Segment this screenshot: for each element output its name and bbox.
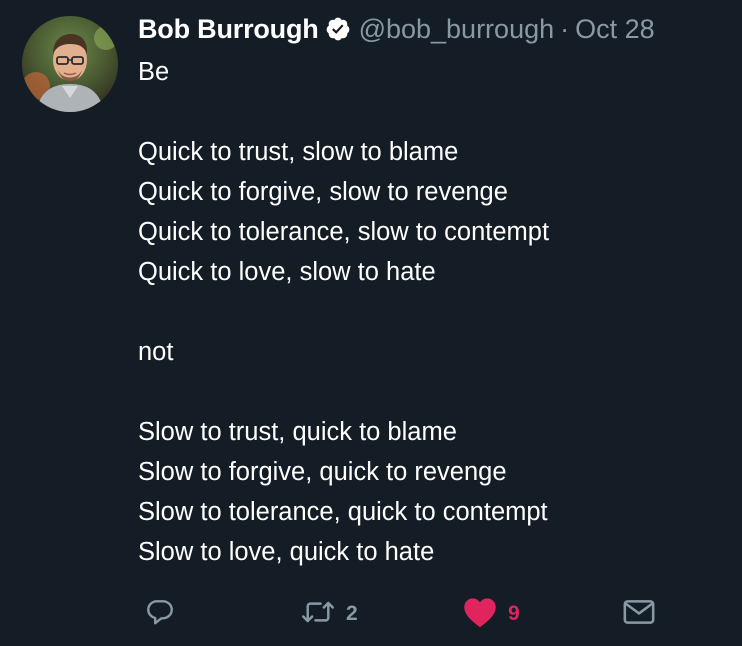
tweet-line: Quick to forgive, slow to revenge — [138, 178, 508, 206]
tweet-line: Quick to tolerance, slow to contempt — [138, 218, 550, 246]
tweet[interactable]: Bob Burrough @bob_burrough · Oct 28 Be Q… — [0, 0, 742, 646]
retweet-icon — [300, 596, 336, 633]
tweet-line: Slow to tolerance, quick to contempt — [138, 498, 548, 526]
retweet-count: 2 — [346, 602, 358, 625]
tweet-line: Slow to forgive, quick to revenge — [138, 458, 507, 486]
like-button[interactable]: 9 — [462, 592, 520, 636]
heart-icon — [462, 596, 498, 633]
reply-icon — [144, 596, 176, 633]
verified-badge-icon — [325, 16, 351, 42]
avatar-photo — [22, 16, 118, 112]
tweet-header: Bob Burrough @bob_burrough · Oct 28 — [138, 10, 728, 48]
tweet-line: Slow to trust, quick to blame — [138, 418, 457, 446]
like-count: 9 — [508, 602, 520, 625]
author-handle[interactable]: @bob_burrough — [359, 14, 555, 45]
tweet-line: Quick to trust, slow to blame — [138, 138, 459, 166]
tweet-line: Be — [138, 58, 170, 86]
avatar[interactable] — [22, 16, 118, 112]
direct-message-button[interactable] — [622, 592, 656, 636]
tweet-text: Be Quick to trust, slow to blame Quick t… — [138, 52, 728, 572]
tweet-line: Slow to love, quick to hate — [138, 538, 435, 566]
tweet-line: Quick to love, slow to hate — [138, 258, 436, 286]
retweet-button[interactable]: 2 — [300, 592, 358, 636]
tweet-content: Bob Burrough @bob_burrough · Oct 28 Be Q… — [138, 10, 728, 572]
header-separator: · — [560, 13, 570, 44]
tweet-date[interactable]: Oct 28 — [575, 14, 655, 45]
envelope-icon — [622, 596, 656, 633]
author-name[interactable]: Bob Burrough — [138, 14, 319, 45]
tweet-actions: 2 9 — [0, 592, 742, 636]
tweet-line: not — [138, 338, 174, 366]
reply-button[interactable] — [144, 592, 176, 636]
